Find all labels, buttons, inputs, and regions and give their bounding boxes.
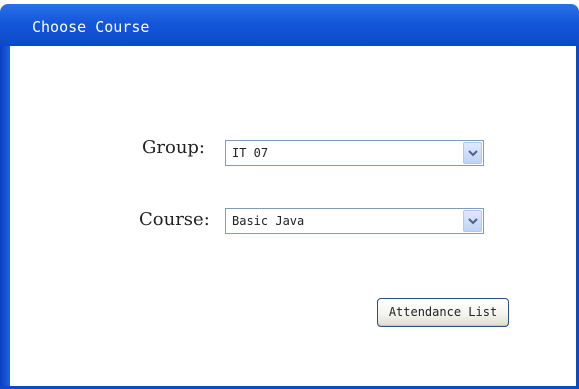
choose-course-window: Choose Course Group: IT 07 Course: Basic…: [0, 0, 579, 389]
course-dropdown-button[interactable]: [463, 210, 482, 232]
window-frame-left: [0, 46, 10, 389]
attendance-list-button[interactable]: Attendance List: [377, 298, 509, 327]
window-title: Choose Course: [32, 18, 150, 36]
course-label: Course:: [139, 209, 210, 230]
course-select-value: Basic Java: [232, 214, 305, 228]
group-select[interactable]: IT 07: [225, 140, 484, 166]
chevron-down-icon: [468, 218, 478, 225]
chevron-down-icon: [468, 150, 478, 157]
group-label: Group:: [142, 137, 205, 158]
title-bar[interactable]: Choose Course: [0, 4, 579, 46]
course-select[interactable]: Basic Java: [225, 208, 484, 234]
group-dropdown-button[interactable]: [463, 142, 482, 164]
group-select-value: IT 07: [232, 146, 269, 160]
